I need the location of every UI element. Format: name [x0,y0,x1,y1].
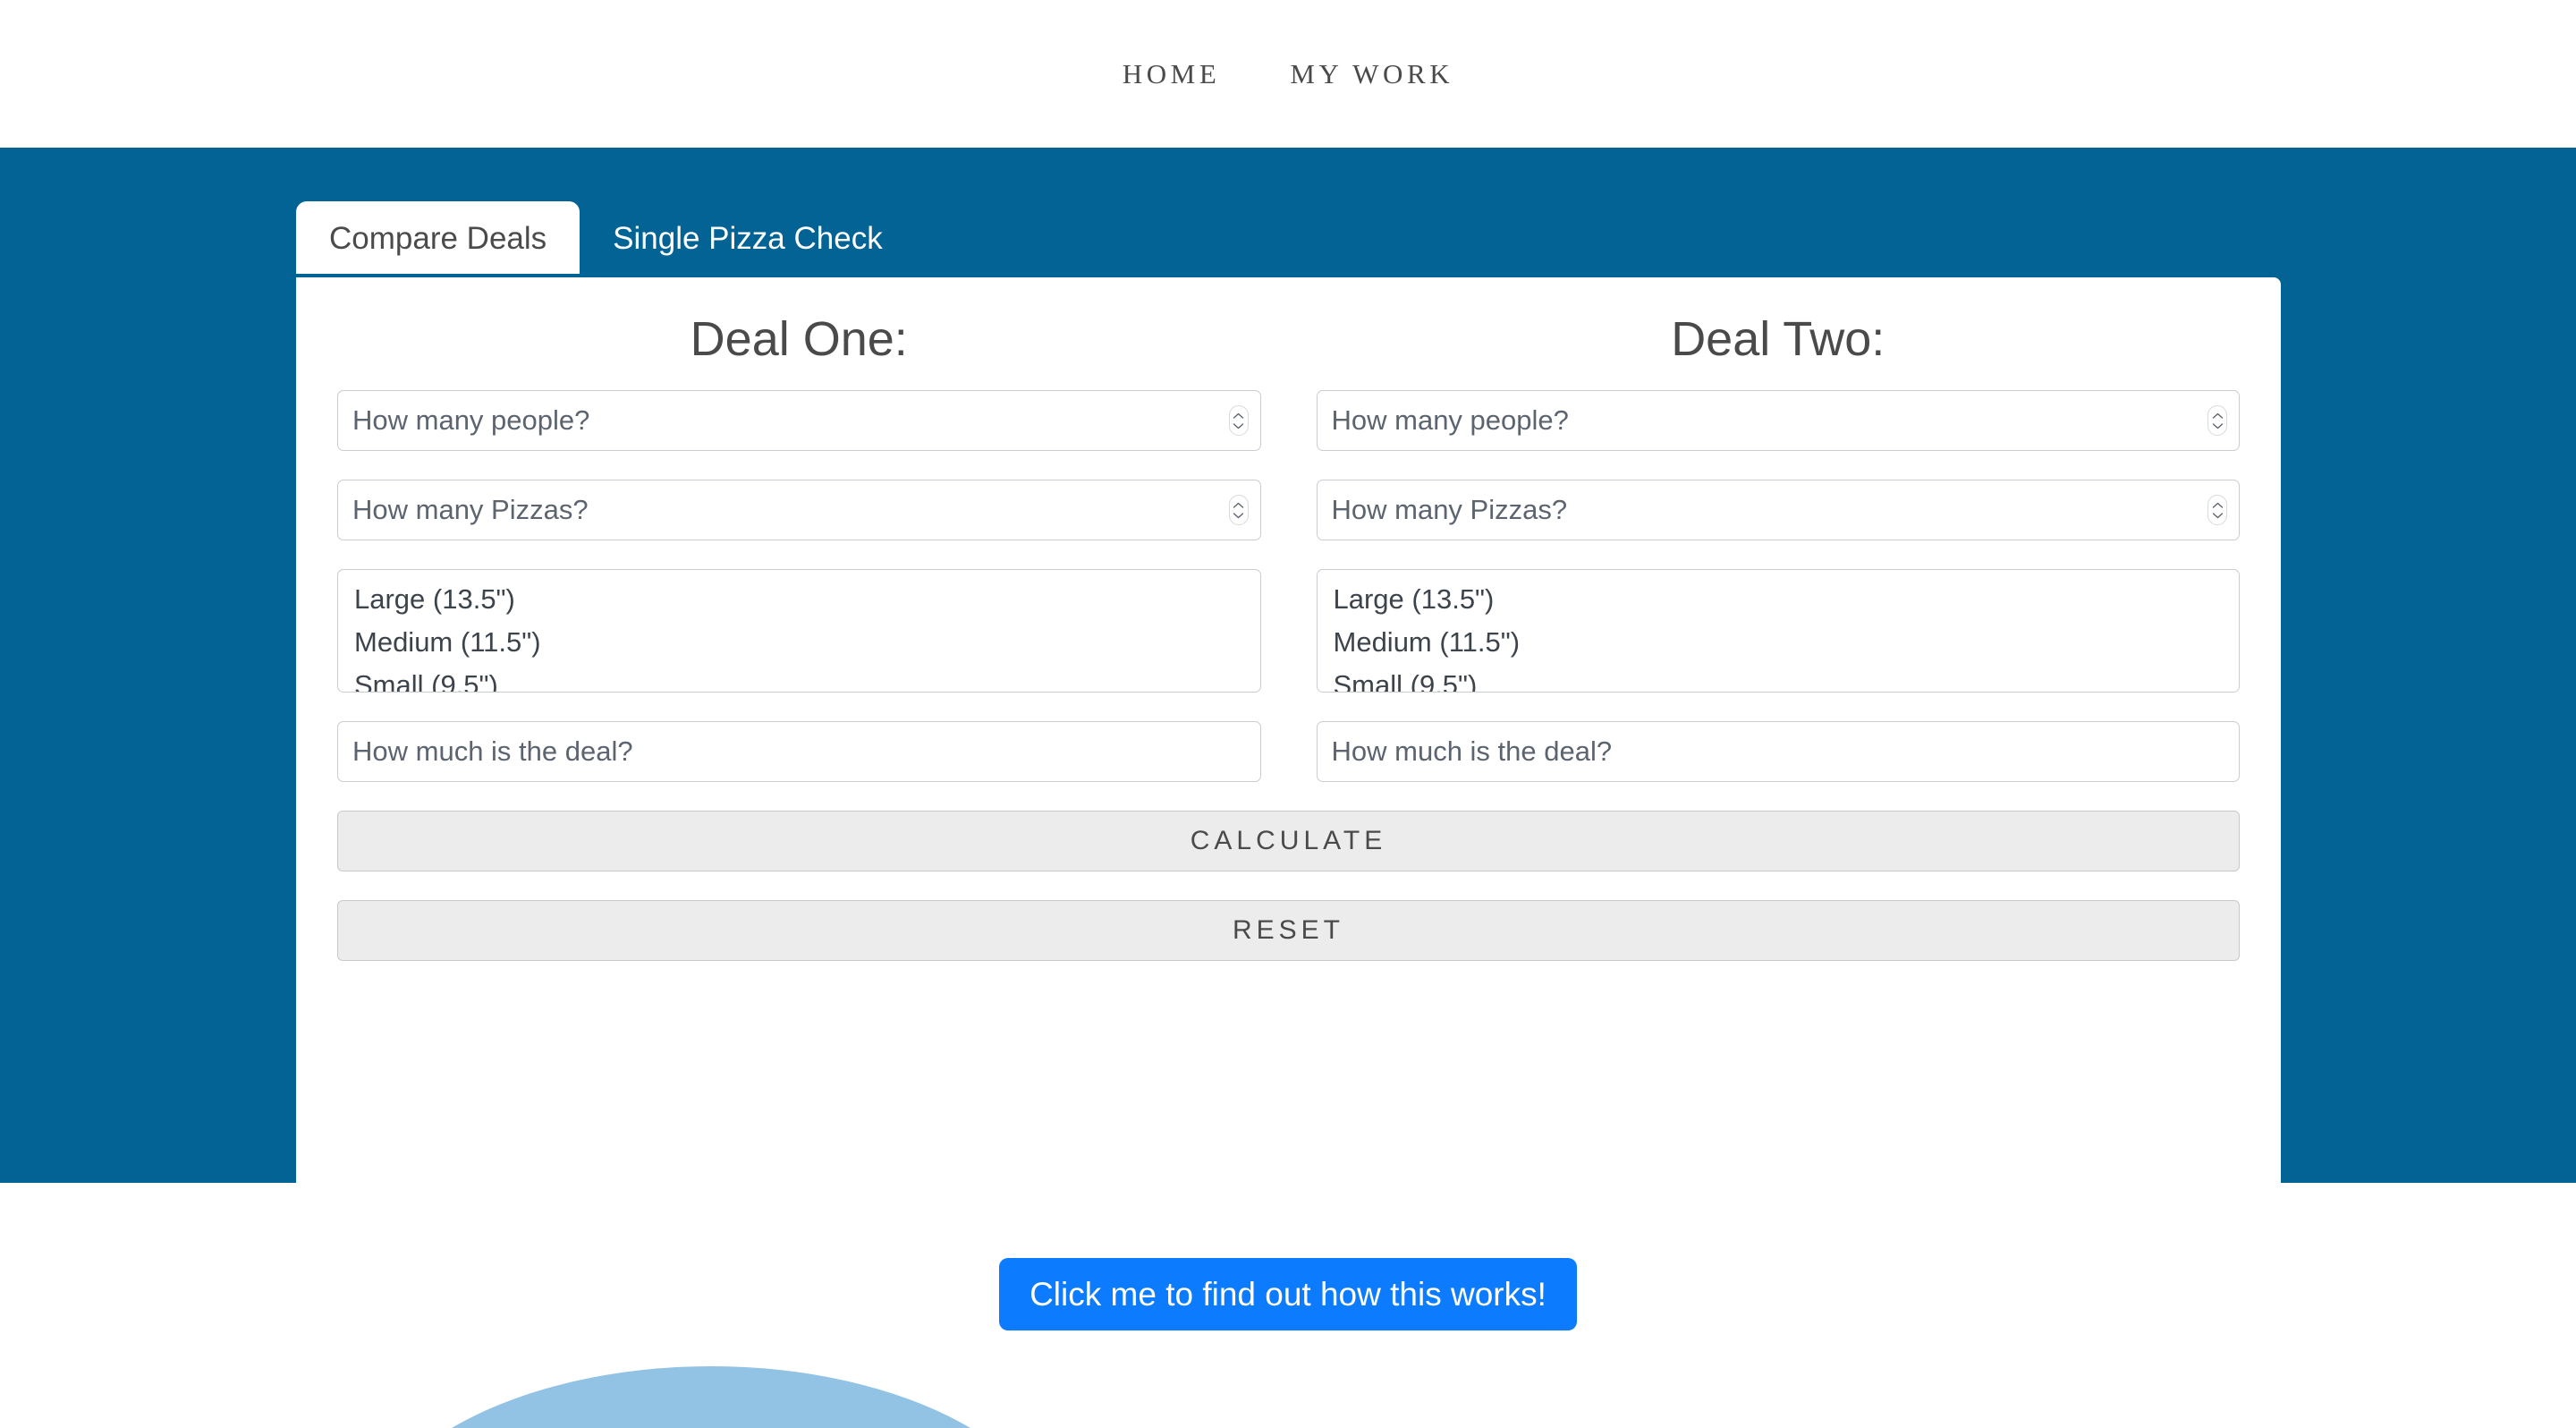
top-navbar: Home My Work [0,0,2576,148]
deal-two-pizzas-field [1316,480,2240,541]
deal-one-column: Deal One: How many people? How many Pizz… [337,302,1261,811]
deal-two-people-field [1316,390,2240,452]
footer-section: Click me to find out how this works! [0,1183,2576,1428]
page-root: Home My Work Compare Deals Single Pizza … [0,0,2576,1428]
deal-one-people-spinner[interactable] [1228,405,1249,437]
tab-bar: Compare Deals Single Pizza Check [296,201,916,274]
chevron-up-icon [2212,412,2223,419]
reset-button[interactable]: Reset [337,900,2240,962]
deal-two-size-option-large[interactable]: Large (13.5") [1318,578,2240,621]
deal-two-people-input[interactable] [1316,390,2240,452]
deal-one-people-input[interactable] [337,390,1261,452]
deal-two-price-field [1316,721,2240,783]
chevron-up-icon [1233,412,1244,419]
nav-link-home[interactable]: Home [1123,58,1221,90]
deal-one-size-option-large[interactable]: Large (13.5") [338,578,1260,621]
deal-one-title: Deal One: [690,312,908,366]
deal-two-pizzas-input[interactable] [1316,480,2240,541]
deal-one-size-listbox[interactable]: Large (13.5") Medium (11.5") Small (9.5"… [337,569,1261,693]
calculator-card: Deal One: How many people? How many Pizz… [296,277,2281,1221]
tab-compare-deals[interactable]: Compare Deals [296,201,580,274]
deal-two-pizzas-spinner[interactable] [2207,495,2227,526]
deal-one-pizzas-spinner[interactable] [1228,495,1249,526]
deal-two-title: Deal Two: [1671,312,1885,366]
deal-one-pizzas-field [337,480,1261,541]
deal-one-size-option-small[interactable]: Small (9.5") [338,664,1260,692]
chevron-up-icon [1233,502,1244,508]
action-buttons: Calculate Reset [337,811,2240,962]
calculator-card-inner: Deal One: How many people? How many Pizz… [296,277,2281,962]
deal-columns: Deal One: How many people? How many Pizz… [337,302,2240,811]
deal-two-price-input[interactable] [1316,721,2240,783]
calculate-button[interactable]: Calculate [337,811,2240,872]
deal-two-size-option-small[interactable]: Small (9.5") [1318,664,2240,692]
nav-links: Home My Work [1123,58,1454,90]
chevron-down-icon [2212,422,2223,429]
decorative-ellipse [358,1366,1064,1428]
deal-two-size-option-medium[interactable]: Medium (11.5") [1318,621,2240,664]
chevron-down-icon [2212,512,2223,518]
tab-single-pizza-check[interactable]: Single Pizza Check [580,201,916,274]
deal-one-price-input[interactable] [337,721,1261,783]
how-it-works-button[interactable]: Click me to find out how this works! [999,1258,1577,1330]
chevron-up-icon [2212,502,2223,508]
deal-one-price-field [337,721,1261,783]
deal-one-pizzas-input[interactable] [337,480,1261,541]
deal-one-people-field [337,390,1261,452]
deal-one-size-option-medium[interactable]: Medium (11.5") [338,621,1260,664]
deal-two-column: Deal Two: How many people? How many Pizz… [1316,302,2240,811]
cta-wrapper: Click me to find out how this works! [0,1258,2576,1330]
nav-link-my-work[interactable]: My Work [1290,58,1453,90]
hero-section: Compare Deals Single Pizza Check Deal On… [0,148,2576,1221]
chevron-down-icon [1233,422,1244,429]
deal-two-size-listbox[interactable]: Large (13.5") Medium (11.5") Small (9.5"… [1316,569,2240,693]
deal-two-people-spinner[interactable] [2207,405,2227,437]
chevron-down-icon [1233,512,1244,518]
